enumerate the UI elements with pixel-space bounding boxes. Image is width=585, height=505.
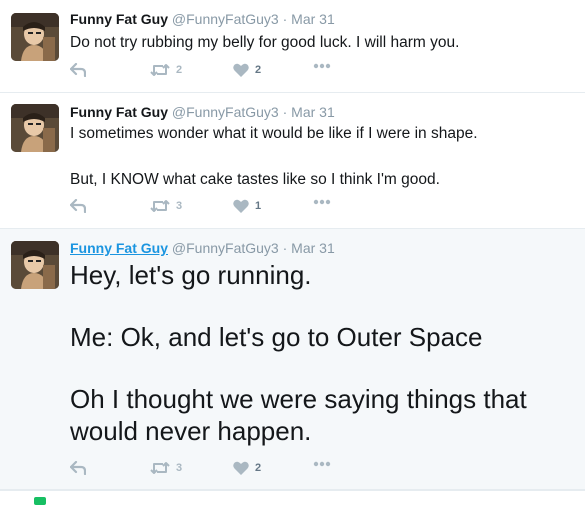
retweet-count: 3 [176,200,183,212]
avatar[interactable] [11,241,59,289]
tweet-1[interactable]: Funny Fat Guy @FunnyFatGuy3 · Mar 31 Do … [0,0,585,93]
next-tweet-row[interactable] [0,490,585,505]
separator: · [282,104,288,120]
author-handle[interactable]: @FunnyFatGuy3 [172,240,279,256]
reply-button[interactable] [70,199,86,213]
retweet-button[interactable]: 2 [150,63,182,77]
avatar[interactable] [11,104,59,152]
more-icon [313,63,331,69]
more-icon [313,461,331,467]
retweet-count: 3 [176,462,183,474]
author-handle[interactable]: @FunnyFatGuy3 [172,104,279,120]
tweet-text: Hey, let's go running. Me: Ok, and let's… [70,259,550,447]
separator: · [282,240,288,256]
tweet-paragraph: Oh I thought we were saying things that … [70,384,527,446]
like-count: 1 [255,200,262,212]
more-button[interactable] [313,461,331,467]
tweet-paragraph: But, I KNOW what cake tastes like so I t… [70,171,440,188]
tweet-text: I sometimes wonder what it would be like… [70,123,570,190]
timestamp[interactable]: Mar 31 [291,104,335,120]
like-button[interactable]: 1 [233,199,261,213]
retweet-icon [150,200,170,212]
tweet-actions: 2 2 [70,63,370,83]
author-name[interactable]: Funny Fat Guy [70,11,168,27]
author-handle[interactable]: @FunnyFatGuy3 [172,11,279,27]
tweet-actions: 3 1 [70,199,370,219]
like-count: 2 [255,462,262,474]
avatar[interactable] [11,13,59,61]
reply-icon [70,199,86,213]
retweet-count: 2 [176,64,183,76]
reply-icon [70,461,86,475]
tweet-paragraph: I sometimes wonder what it would be like… [70,125,478,142]
reply-button[interactable] [70,63,86,77]
timestamp[interactable]: Mar 31 [291,11,335,27]
tweet-paragraph: Do not try rubbing my belly for good luc… [70,34,460,51]
like-button[interactable]: 2 [233,63,261,77]
heart-icon [233,63,249,77]
author-name[interactable]: Funny Fat Guy [70,104,168,120]
tweet-header: Funny Fat Guy @FunnyFatGuy3 · Mar 31 [70,11,335,27]
retweet-icon [150,462,170,474]
heart-icon [233,199,249,213]
tweet-text: Do not try rubbing my belly for good luc… [70,32,570,53]
tweet-3[interactable]: Funny Fat Guy @FunnyFatGuy3 · Mar 31 Hey… [0,229,585,490]
separator: · [282,11,288,27]
tweet-header: Funny Fat Guy @FunnyFatGuy3 · Mar 31 [70,104,335,120]
heart-icon [233,461,249,475]
more-icon [313,199,331,205]
retweet-icon [150,64,170,76]
retweet-button[interactable]: 3 [150,199,182,213]
more-button[interactable] [313,199,331,205]
like-count: 2 [255,64,262,76]
reply-button[interactable] [70,461,86,475]
retweet-button[interactable]: 3 [150,461,182,475]
tweet-header: Funny Fat Guy @FunnyFatGuy3 · Mar 31 [70,240,335,256]
tweet-2[interactable]: Funny Fat Guy @FunnyFatGuy3 · Mar 31 I s… [0,93,585,229]
author-name[interactable]: Funny Fat Guy [70,240,168,256]
like-button[interactable]: 2 [233,461,261,475]
tweet-paragraph: Hey, let's go running. [70,260,312,290]
more-button[interactable] [313,63,331,69]
reply-icon [70,63,86,77]
timestamp[interactable]: Mar 31 [291,240,335,256]
tweet-paragraph: Me: Ok, and let's go to Outer Space [70,322,483,352]
tweet-actions: 3 2 [70,461,370,481]
